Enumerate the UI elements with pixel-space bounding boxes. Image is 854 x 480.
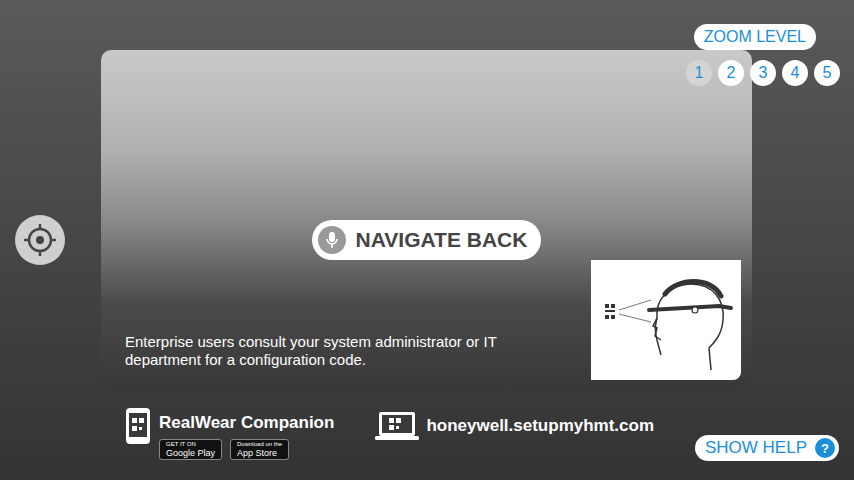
store-caption: Download on the <box>237 441 282 448</box>
show-help-button[interactable]: SHOW HELP? <box>695 435 839 461</box>
zoom-levels: 12345 <box>686 60 840 86</box>
store-badge[interactable]: Download on theApp Store <box>230 439 289 460</box>
camera-view: NAVIGATE BACK Enterprise users consult yo… <box>101 50 752 389</box>
store-badges: GET IT ONGoogle Play Download on theApp S… <box>159 439 334 460</box>
companion-app: RealWear Companion GET IT ONGoogle Play Do… <box>125 407 334 460</box>
website-link: honeywell.setupmyhmt.com <box>374 407 654 441</box>
command-row: NAVIGATE BACK <box>101 220 752 260</box>
command-label: NAVIGATE BACK <box>356 228 528 252</box>
target-button[interactable] <box>15 215 65 265</box>
zoom-level-button[interactable]: 1 <box>686 60 712 86</box>
zoom-control: ZOOM LEVEL12345 <box>686 24 816 86</box>
zoom-level-button[interactable]: 3 <box>750 60 776 86</box>
zoom-level-button[interactable]: 4 <box>782 60 808 86</box>
store-name: App Store <box>237 448 282 458</box>
microphone-icon <box>325 231 339 249</box>
card-bottom: Enterprise users consult your system adm… <box>101 260 752 380</box>
zoom-label: ZOOM LEVEL <box>694 24 816 50</box>
zoom-level-button[interactable]: 2 <box>718 60 744 86</box>
help-badge: ? <box>815 438 835 458</box>
laptop-qr-icon <box>374 411 420 441</box>
headset-scan-icon <box>591 260 741 380</box>
show-help-label: SHOW HELP <box>705 438 807 458</box>
zoom-level-button[interactable]: 5 <box>814 60 840 86</box>
setup-options: RealWear Companion GET IT ONGoogle Play Do… <box>101 407 752 460</box>
navigate-back-button[interactable]: NAVIGATE BACK <box>312 220 542 260</box>
crosshair-icon <box>22 222 58 258</box>
store-caption: GET IT ON <box>166 441 215 448</box>
store-badge[interactable]: GET IT ONGoogle Play <box>159 439 222 460</box>
config-screen: ZOOM LEVEL 12345 NAVIGATE BACK Enterprise u… <box>0 0 854 480</box>
help-text: Enterprise users consult your system adm… <box>125 333 545 369</box>
website-url: honeywell.setupmyhmt.com <box>426 416 654 436</box>
store-name: Google Play <box>166 448 215 458</box>
mic-badge <box>318 226 346 254</box>
companion-title: RealWear Companion <box>159 413 334 433</box>
headset-illustration <box>591 260 741 380</box>
phone-qr-icon <box>125 407 151 445</box>
companion-info: RealWear Companion GET IT ONGoogle Play Do… <box>159 407 334 460</box>
